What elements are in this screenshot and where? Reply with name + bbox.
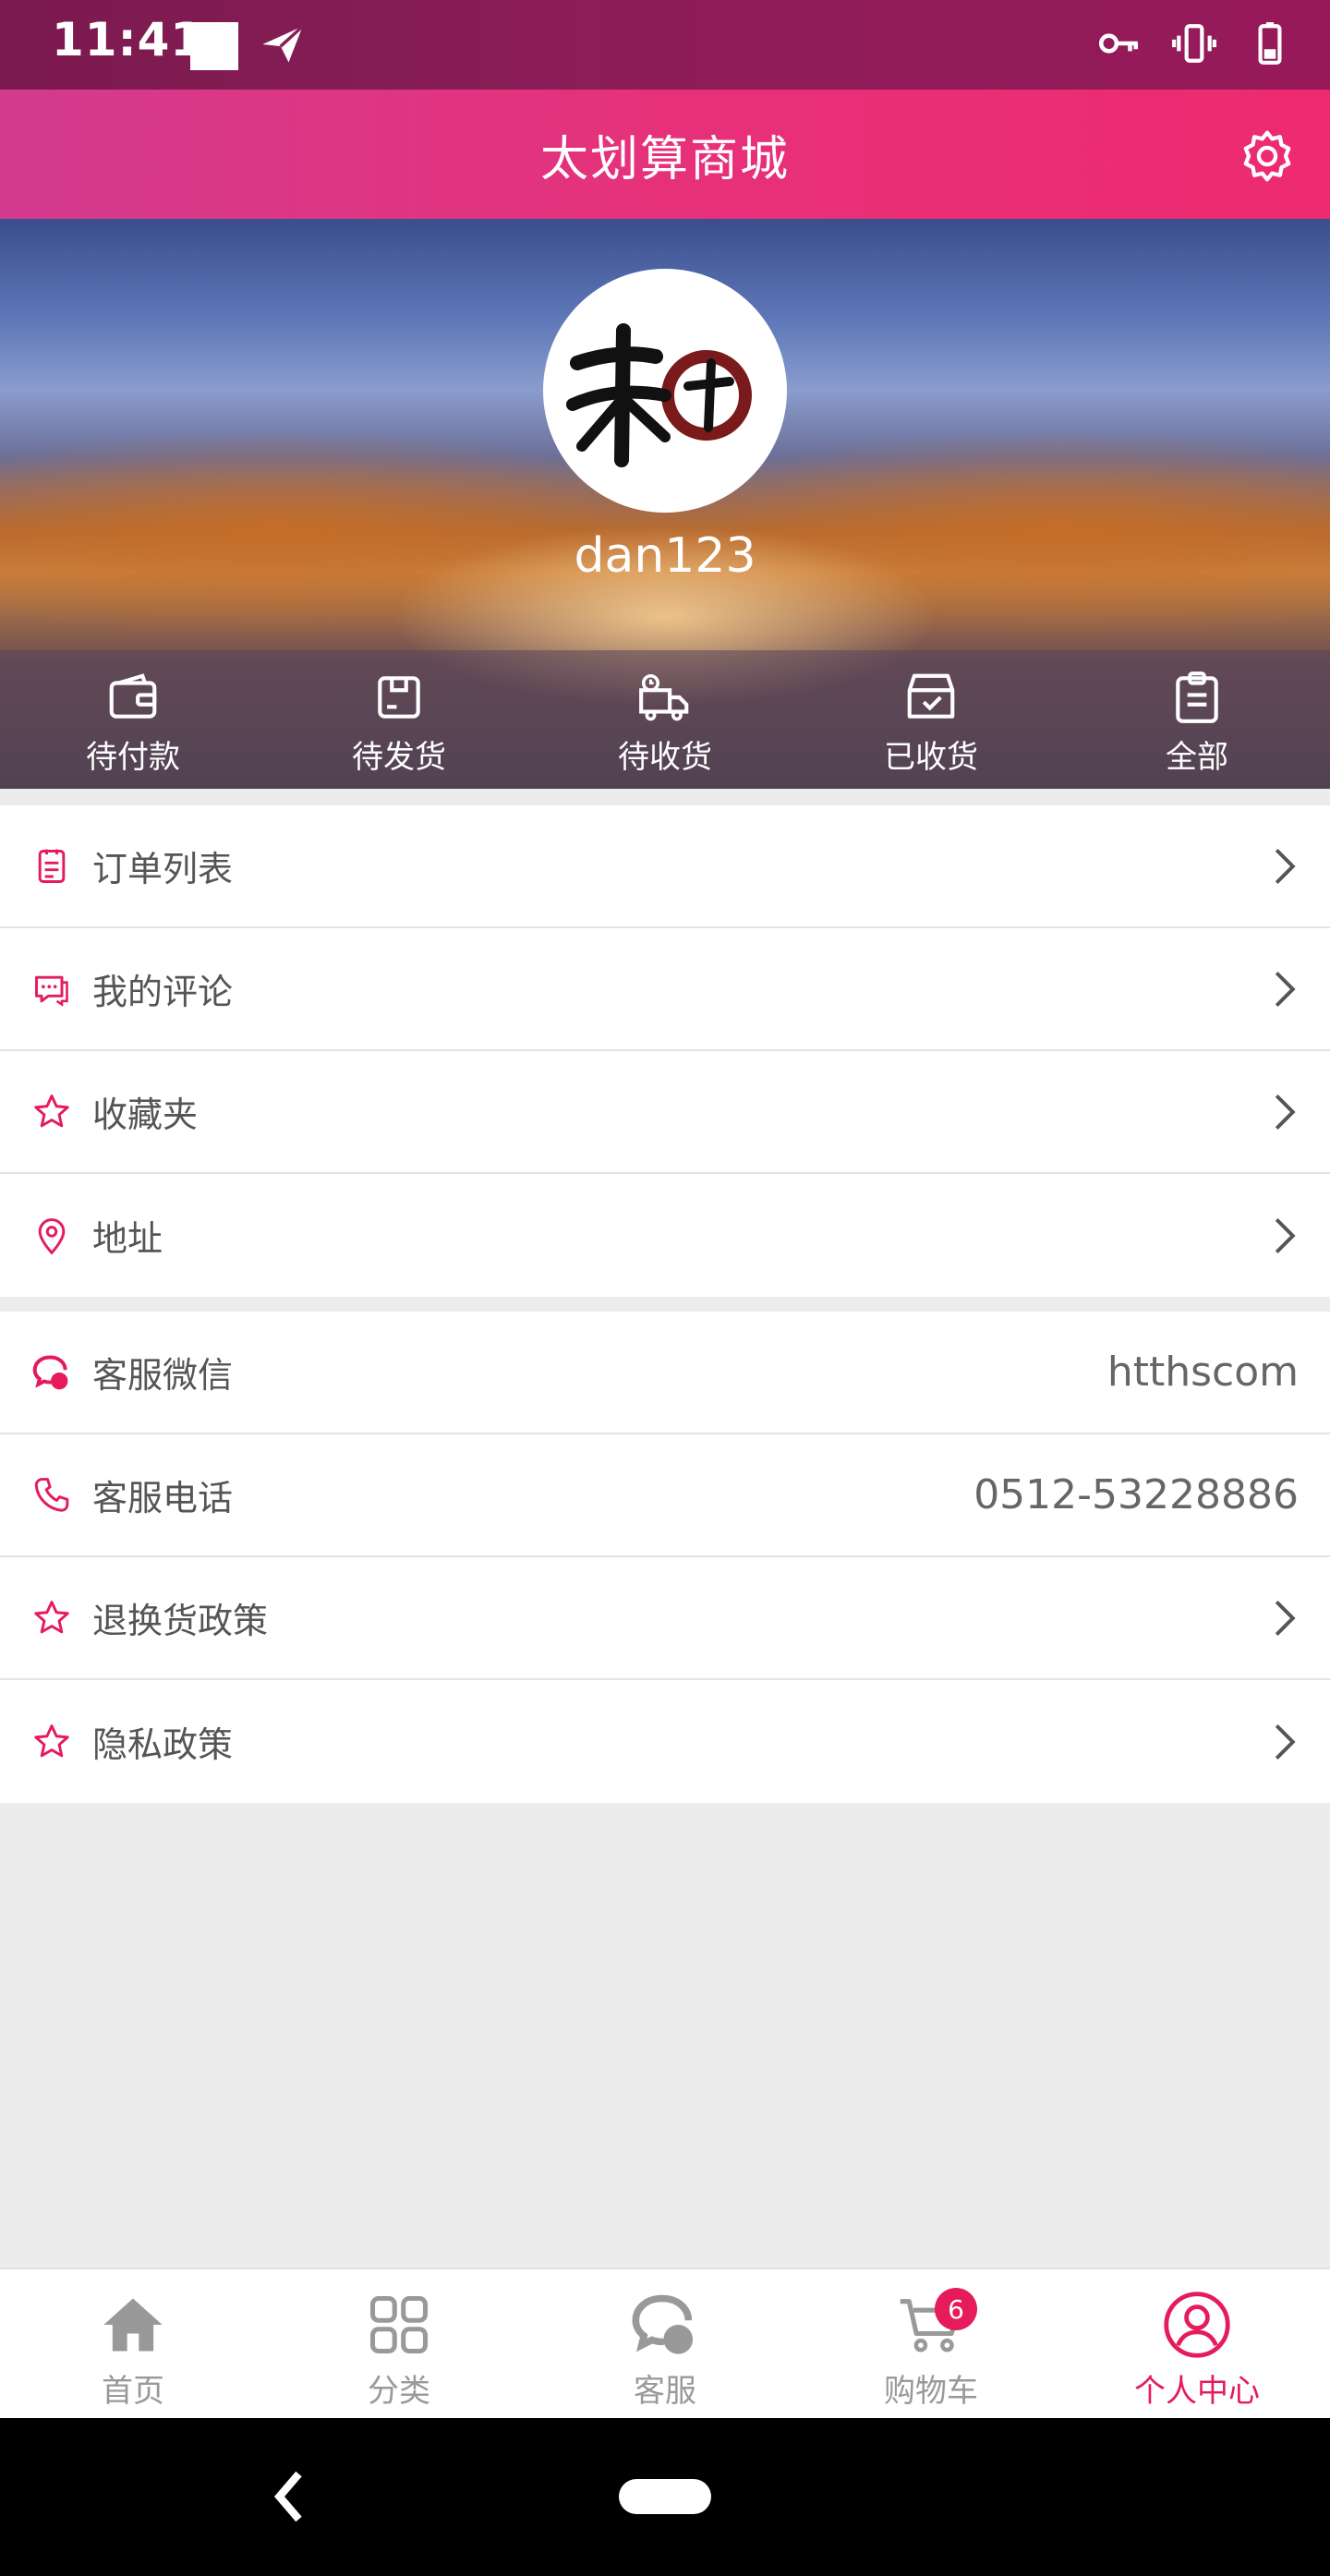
order-label: 待收货 <box>618 739 712 776</box>
page-title: 太划算商城 <box>539 131 790 187</box>
menu-item-address[interactable]: 地址 <box>0 1174 1330 1297</box>
nav-item-profile[interactable]: 个人中心 <box>1064 2269 1330 2418</box>
profile-hero: dan123 待付款 待发货 待收货 已收货 全部 <box>0 219 1330 789</box>
order-label: 待发货 <box>352 739 446 776</box>
notification-square-icon <box>190 22 238 70</box>
order-list-icon <box>38 849 66 883</box>
avatar-logo-icon <box>566 323 752 467</box>
chevron-right-icon <box>1275 848 1296 884</box>
menu-item-label: 我的评论 <box>92 972 234 1012</box>
chat-icon <box>632 2294 694 2354</box>
service-phone-value: 0512-53228886 <box>973 1471 1299 1518</box>
home-icon <box>103 2298 163 2352</box>
chevron-right-icon <box>1275 1217 1296 1253</box>
status-bar: 11:41 <box>0 0 1330 90</box>
menu-item-label: 订单列表 <box>92 849 234 889</box>
menu-group-service: 客服微信 htthscom 客服电话 0512-53228886 退换货政策 隐… <box>0 1312 1330 1803</box>
comment-icon <box>35 975 68 1007</box>
back-icon[interactable] <box>268 2464 310 2529</box>
app-header: 太划算商城 <box>0 90 1330 219</box>
order-pending-payment[interactable]: 待付款 <box>0 650 266 789</box>
menu-item-label: 收藏夹 <box>92 1094 199 1135</box>
service-wechat-value: htthscom <box>1106 1348 1299 1396</box>
package-icon <box>378 676 420 719</box>
nav-item-service[interactable]: 客服 <box>532 2269 798 2418</box>
order-received[interactable]: 已收货 <box>798 650 1064 789</box>
menu-item-my-comments[interactable]: 我的评论 <box>0 928 1330 1051</box>
order-pending-shipment[interactable]: 待发货 <box>266 650 532 789</box>
menu-item-favorites[interactable]: 收藏夹 <box>0 1051 1330 1174</box>
vibrate-icon <box>1172 24 1216 63</box>
chevron-right-icon <box>1275 1723 1296 1760</box>
star-icon <box>34 1723 69 1757</box>
menu-item-service-wechat[interactable]: 客服微信 htthscom <box>0 1312 1330 1434</box>
clipboard-icon <box>1176 671 1218 723</box>
nav-item-cart[interactable]: 6 购物车 <box>798 2269 1064 2418</box>
bottom-nav: 首页 分类 客服 6 购物车 个人中心 <box>0 2268 1330 2418</box>
wechat-chat-icon <box>32 1354 68 1389</box>
menu-item-label: 隐私政策 <box>92 1724 234 1765</box>
username: dan123 <box>574 528 756 584</box>
menu-item-privacy-policy[interactable]: 隐私政策 <box>0 1680 1330 1803</box>
menu-group-account: 订单列表 我的评论 收藏夹 地址 <box>0 805 1330 1297</box>
location-icon <box>38 1217 66 1254</box>
menu-item-label: 客服微信 <box>92 1355 234 1396</box>
nav-label: 购物车 <box>884 2373 978 2410</box>
status-icons <box>1095 20 1293 67</box>
nav-item-home[interactable]: 首页 <box>0 2269 266 2418</box>
chevron-right-icon <box>1275 1600 1296 1636</box>
nav-label: 分类 <box>368 2373 430 2410</box>
order-all[interactable]: 全部 <box>1064 650 1330 789</box>
gear-icon[interactable] <box>1238 127 1297 186</box>
order-status-bar: 待付款 待发货 待收货 已收货 全部 <box>0 650 1330 789</box>
order-pending-receipt[interactable]: 待收货 <box>532 650 798 789</box>
avatar[interactable] <box>543 269 787 513</box>
truck-icon <box>639 673 689 721</box>
nav-label: 客服 <box>634 2373 696 2410</box>
nav-item-category[interactable]: 分类 <box>266 2269 532 2418</box>
send-icon <box>262 25 304 63</box>
grid-icon <box>369 2295 429 2354</box>
wallet-icon <box>109 673 157 719</box>
order-label: 已收货 <box>884 739 978 776</box>
order-label: 全部 <box>1166 739 1228 776</box>
user-icon <box>1164 2292 1230 2358</box>
phone-icon <box>34 1477 69 1512</box>
chevron-right-icon <box>1275 971 1296 1007</box>
system-nav-bar <box>0 2418 1330 2576</box>
star-icon <box>34 1600 69 1633</box>
menu-item-order-list[interactable]: 订单列表 <box>0 805 1330 928</box>
menu-item-label: 退换货政策 <box>92 1601 269 1641</box>
battery-icon <box>1258 22 1282 65</box>
menu-item-return-policy[interactable]: 退换货政策 <box>0 1557 1330 1680</box>
cart-badge: 6 <box>935 2288 977 2330</box>
status-time: 11:41 <box>52 13 204 67</box>
menu-item-service-phone[interactable]: 客服电话 0512-53228886 <box>0 1434 1330 1557</box>
order-label: 待付款 <box>86 739 180 776</box>
menu-item-label: 地址 <box>92 1218 163 1259</box>
star-icon <box>34 1094 69 1127</box>
nav-label: 个人中心 <box>1134 2373 1260 2410</box>
key-icon <box>1098 33 1139 54</box>
home-pill[interactable] <box>619 2479 711 2514</box>
menu-item-label: 客服电话 <box>92 1478 234 1518</box>
chevron-right-icon <box>1275 1094 1296 1130</box>
nav-label: 首页 <box>102 2373 164 2410</box>
inbox-check-icon <box>907 673 955 719</box>
